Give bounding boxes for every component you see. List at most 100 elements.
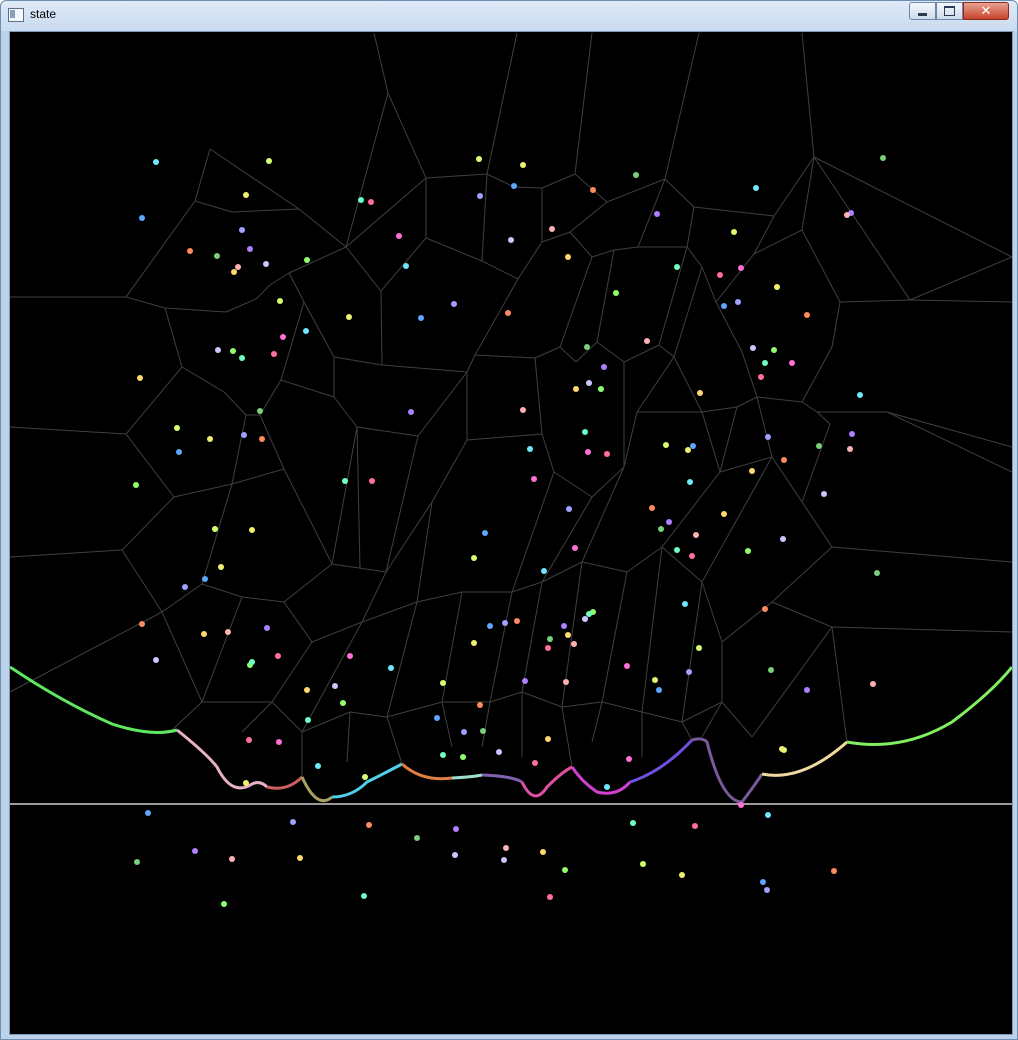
voronoi-edge [489, 691, 523, 703]
voronoi-site [654, 211, 660, 217]
voronoi-site [545, 736, 551, 742]
voronoi-site [218, 564, 224, 570]
voronoi-site [133, 482, 139, 488]
voronoi-site [750, 345, 756, 351]
voronoi-site [139, 215, 145, 221]
voronoi-site [644, 338, 650, 344]
voronoi-site [332, 683, 338, 689]
voronoi-site [176, 449, 182, 455]
voronoi-site [280, 334, 286, 340]
close-button[interactable]: ✕ [963, 2, 1009, 20]
voronoi-site [624, 663, 630, 669]
voronoi-site [666, 519, 672, 525]
voronoi-edge [511, 581, 543, 593]
voronoi-edge [831, 546, 1012, 563]
window-title: state [30, 7, 57, 21]
voronoi-edge [541, 173, 576, 189]
voronoi-edge [298, 208, 347, 248]
voronoi-site [582, 429, 588, 435]
voronoi-site [215, 347, 221, 353]
voronoi-edge [601, 571, 628, 703]
voronoi-edge [701, 266, 717, 303]
voronoi-site [304, 257, 310, 263]
voronoi-edge [311, 621, 363, 643]
voronoi-edge [553, 471, 593, 498]
voronoi-site [134, 859, 140, 865]
voronoi-site [738, 802, 744, 808]
voronoi-edge [346, 711, 351, 763]
title-bar[interactable]: state ✕ [1, 1, 1017, 30]
voronoi-edge [283, 601, 313, 643]
render-canvas[interactable] [9, 31, 1013, 1035]
voronoi-site [315, 763, 321, 769]
voronoi-edge [181, 366, 225, 393]
voronoi-site [598, 386, 604, 392]
voronoi-edge [813, 156, 1012, 258]
voronoi-site [874, 570, 880, 576]
voronoi-edge [909, 299, 1012, 303]
voronoi-edge [333, 396, 358, 428]
voronoi-site [358, 197, 364, 203]
voronoi-edge [517, 241, 543, 280]
voronoi-site [221, 901, 227, 907]
voronoi-site [249, 659, 255, 665]
minimize-button[interactable] [909, 2, 936, 20]
voronoi-edge [280, 379, 335, 398]
voronoi-site [545, 645, 551, 651]
voronoi-site [418, 315, 424, 321]
voronoi-edge [416, 591, 463, 603]
voronoi-edge [909, 256, 1012, 301]
voronoi-edge [831, 626, 1012, 633]
voronoi-site [547, 636, 553, 642]
voronoi-edge [201, 596, 243, 703]
voronoi-site [789, 360, 795, 366]
voronoi-site [266, 158, 272, 164]
voronoi-edge [125, 200, 196, 298]
voronoi-site [477, 702, 483, 708]
voronoi-edge [481, 173, 488, 262]
minimize-icon [918, 12, 927, 16]
beach-arc [520, 765, 573, 798]
beach-arc [400, 762, 453, 781]
beach-arc [691, 737, 764, 804]
voronoi-site [461, 729, 467, 735]
voronoi-edge [416, 501, 433, 603]
voronoi-site [601, 364, 607, 370]
maximize-button[interactable] [936, 2, 963, 20]
voronoi-site [749, 468, 755, 474]
voronoi-site [682, 601, 688, 607]
voronoi-site [771, 347, 777, 353]
voronoi-site [453, 826, 459, 832]
voronoi-site [563, 679, 569, 685]
voronoi-edge [701, 411, 721, 473]
voronoi-site [633, 172, 639, 178]
beach-arc [300, 776, 333, 803]
voronoi-edge [201, 483, 233, 585]
voronoi-site [503, 845, 509, 851]
voronoi-site [571, 641, 577, 647]
voronoi-edge [701, 581, 723, 643]
voronoi-site [246, 737, 252, 743]
voronoi-site [745, 548, 751, 554]
voronoi-edge [171, 701, 203, 731]
beach-arc [761, 740, 848, 777]
voronoi-site [731, 229, 737, 235]
voronoi-site [508, 237, 514, 243]
voronoi-edge [839, 299, 911, 303]
beach-arc [629, 738, 694, 784]
voronoi-edge [641, 711, 683, 723]
voronoi-site [692, 823, 698, 829]
voronoi-site [768, 667, 774, 673]
voronoi-site [476, 156, 482, 162]
voronoi-site [277, 298, 283, 304]
voronoi-site [460, 754, 466, 760]
voronoi-site [257, 408, 263, 414]
beach-arc [331, 762, 403, 799]
voronoi-site [241, 432, 247, 438]
voronoi-site [305, 717, 311, 723]
voronoi-site [531, 476, 537, 482]
voronoi-edge [209, 148, 300, 210]
voronoi-edge [534, 346, 561, 359]
voronoi-edge [466, 433, 543, 441]
voronoi-site [471, 555, 477, 561]
